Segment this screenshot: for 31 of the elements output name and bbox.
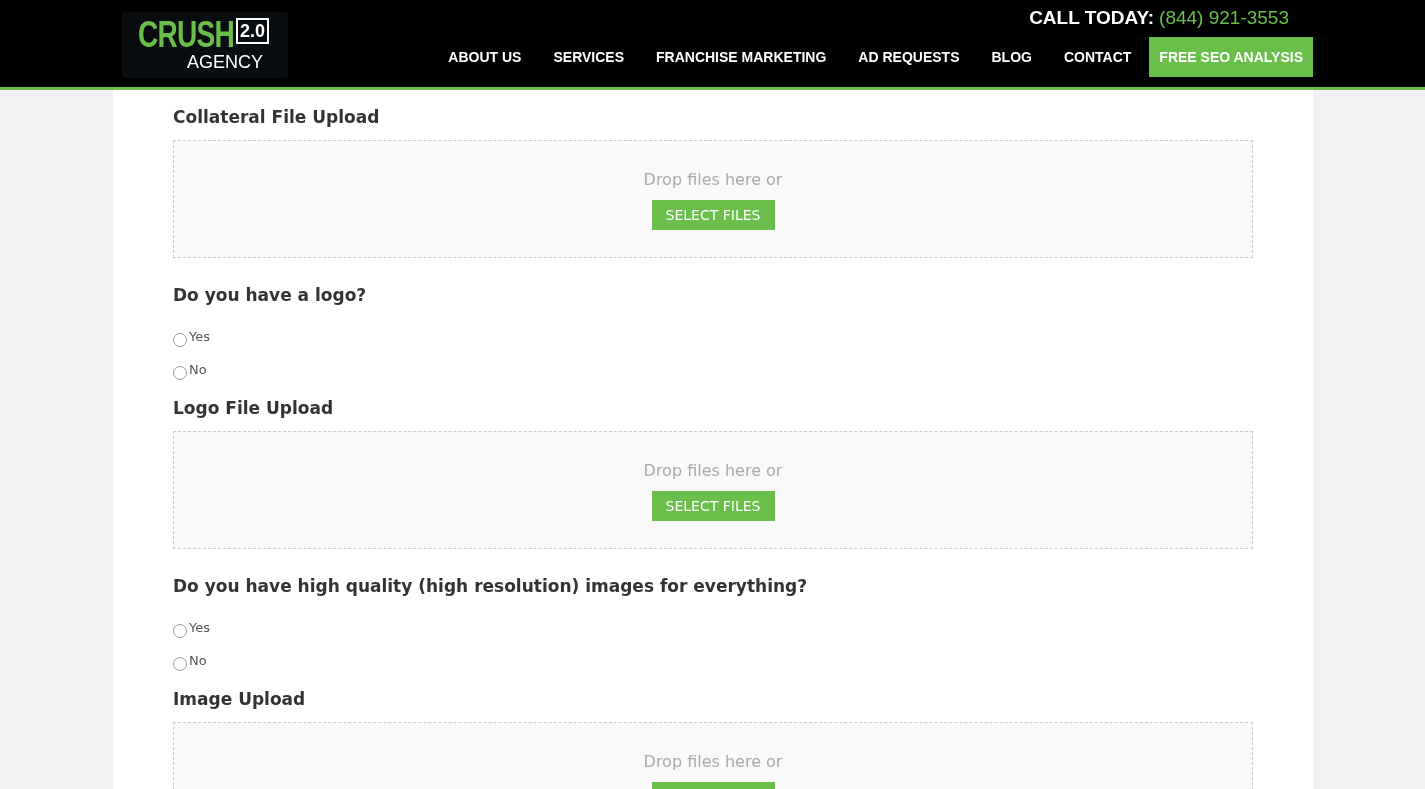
call-label: CALL TODAY:: [1029, 7, 1155, 29]
nav-link[interactable]: AD REQUESTS: [842, 37, 976, 77]
question-label: Do you have high quality (high resolution) images for everything?: [173, 576, 809, 598]
option-label: No: [189, 653, 207, 668]
logo-subtitle: AGENCY: [187, 52, 263, 72]
nav-link[interactable]: SERVICES: [537, 37, 640, 77]
option-label: No: [189, 362, 207, 377]
radio-option[interactable]: Yes: [173, 329, 1253, 349]
radio-button[interactable]: [173, 366, 187, 380]
logo-word: CRUSH: [138, 18, 234, 52]
field-label: Logo File Upload: [173, 398, 335, 420]
nav-link[interactable]: FRANCHISE MARKETING: [640, 37, 843, 77]
radio-option[interactable]: No: [173, 362, 1253, 382]
nav-link[interactable]: BLOG: [975, 37, 1048, 77]
drop-text: Drop files here or: [643, 170, 783, 189]
nav-link[interactable]: ABOUT US: [432, 37, 538, 77]
logo-version: 2.0: [236, 18, 269, 44]
question-label: Do you have a logo?: [173, 285, 368, 307]
radio-option[interactable]: Yes: [173, 620, 1253, 640]
radio-button[interactable]: [173, 333, 187, 347]
field-label: Image Upload: [173, 689, 307, 711]
phone-link[interactable]: (844) 921-3553: [1159, 7, 1289, 29]
radio-button[interactable]: [173, 624, 187, 638]
radio-button[interactable]: [173, 657, 187, 671]
radio-option[interactable]: No: [173, 653, 1253, 673]
drop-text: Drop files here or: [643, 752, 783, 771]
option-label: Yes: [189, 620, 210, 635]
nav-link[interactable]: CONTACT: [1047, 37, 1148, 77]
field-label: Collateral File Upload: [173, 107, 381, 129]
drop-text: Drop files here or: [643, 461, 783, 480]
option-label: Yes: [189, 329, 210, 344]
